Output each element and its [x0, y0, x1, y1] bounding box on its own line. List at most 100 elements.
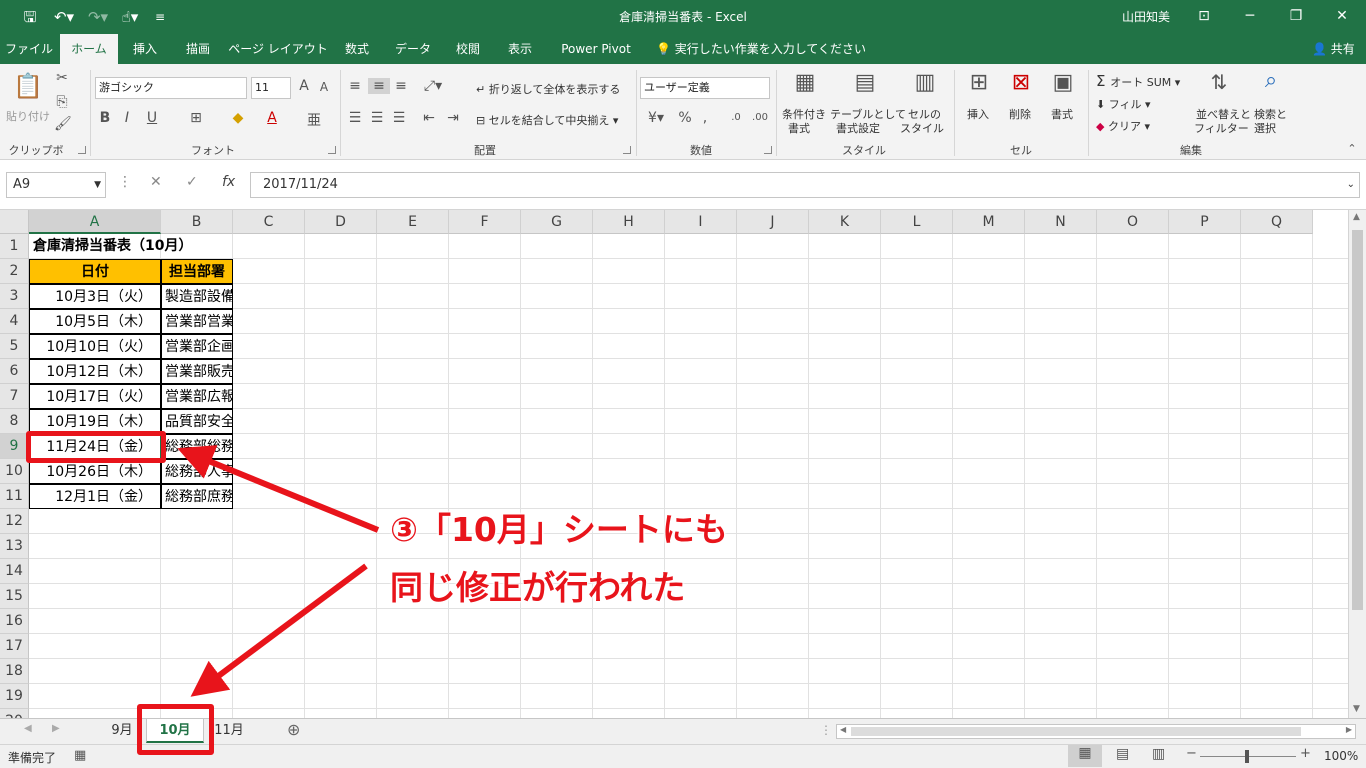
cell-styles-label-2[interactable]: スタイル: [900, 120, 944, 136]
comma-icon[interactable]: ,: [698, 110, 712, 126]
row-header[interactable]: 12: [0, 509, 29, 534]
column-header[interactable]: F: [449, 210, 521, 234]
format-cells-icon[interactable]: ▣: [1048, 70, 1078, 95]
column-header[interactable]: K: [809, 210, 881, 234]
scroll-left-icon[interactable]: ◀: [840, 725, 846, 734]
header-cell-dept[interactable]: 担当部署: [161, 259, 233, 284]
normal-view-icon[interactable]: ▦: [1068, 745, 1102, 767]
sheet-title-cell[interactable]: 倉庫清掃当番表（10月）: [29, 234, 293, 259]
date-cell[interactable]: 10月10日（火）: [29, 334, 161, 359]
format-as-table-icon[interactable]: ▤: [850, 70, 880, 95]
column-header[interactable]: A: [29, 210, 161, 234]
row-header[interactable]: 8: [0, 409, 29, 434]
share-button[interactable]: 👤 共有: [1312, 34, 1355, 64]
row-header[interactable]: 14: [0, 559, 29, 584]
prev-sheet-icon[interactable]: ◀: [24, 723, 32, 734]
paste-label[interactable]: 貼り付け: [6, 108, 50, 124]
tab-review[interactable]: 校閲: [444, 34, 492, 64]
row-header[interactable]: 3: [0, 284, 29, 309]
zoom-level[interactable]: 100%: [1324, 749, 1358, 763]
number-launcher-icon[interactable]: [764, 146, 772, 154]
sort-filter-icon[interactable]: ⇅: [1204, 70, 1234, 94]
copy-icon[interactable]: ⎘: [54, 94, 70, 110]
fill-color-icon[interactable]: ◆: [228, 110, 248, 126]
column-header[interactable]: B: [161, 210, 233, 234]
fill-button[interactable]: ⬇ フィル ▾: [1096, 96, 1151, 112]
dept-cell[interactable]: 総務部人事課: [161, 459, 233, 484]
decrease-indent-icon[interactable]: ⇤: [420, 110, 438, 126]
tab-insert[interactable]: 挿入: [120, 34, 170, 64]
enter-icon[interactable]: ✓: [186, 174, 198, 190]
date-cell[interactable]: 10月3日（火）: [29, 284, 161, 309]
row-header[interactable]: 7: [0, 384, 29, 409]
font-name-dropdown[interactable]: 游ゴシック: [95, 77, 247, 99]
autosum-button[interactable]: Σ オート SUM ▾: [1096, 72, 1180, 90]
date-cell[interactable]: 10月12日（木）: [29, 359, 161, 384]
worksheet-grid[interactable]: A B C D E F G H I J K L M N O P Q 1 2 3 4 5 6 7 8 9 10 11 12 13 14 15 16…: [0, 210, 1348, 718]
scroll-thumb[interactable]: [1352, 230, 1363, 610]
conditional-format-icon[interactable]: ▦: [790, 70, 820, 95]
name-box[interactable]: A9 ▼: [6, 172, 106, 198]
column-header[interactable]: Q: [1241, 210, 1313, 234]
tab-page-layout[interactable]: ページ レイアウト: [226, 34, 330, 64]
bold-icon[interactable]: B: [98, 110, 112, 126]
zoom-slider-thumb[interactable]: [1245, 750, 1249, 763]
align-right-icon[interactable]: ☰: [390, 110, 408, 126]
alignment-launcher-icon[interactable]: [623, 146, 631, 154]
column-header[interactable]: N: [1025, 210, 1097, 234]
date-cell[interactable]: 10月17日（火）: [29, 384, 161, 409]
decrease-font-icon[interactable]: A: [316, 80, 332, 94]
align-left-icon[interactable]: ☰: [346, 110, 364, 126]
add-sheet-icon[interactable]: ⊕: [287, 720, 300, 739]
dept-cell[interactable]: 営業部企画課: [161, 334, 233, 359]
next-sheet-icon[interactable]: ▶: [52, 723, 60, 734]
format-cells-label[interactable]: 書式: [1051, 106, 1073, 122]
row-header[interactable]: 17: [0, 634, 29, 659]
currency-icon[interactable]: ¥▾: [642, 110, 670, 126]
column-header[interactable]: M: [953, 210, 1025, 234]
align-center-icon[interactable]: ☰: [368, 110, 386, 126]
row-header[interactable]: 13: [0, 534, 29, 559]
collapse-ribbon-icon[interactable]: ⌃: [1344, 142, 1360, 155]
tab-draw[interactable]: 描画: [172, 34, 224, 64]
formula-input[interactable]: 2017/11/24 ⌄: [250, 172, 1360, 198]
cancel-icon[interactable]: ✕: [150, 174, 162, 190]
ribbon-display-icon[interactable]: ⊡: [1186, 4, 1222, 28]
row-header[interactable]: 20: [0, 709, 29, 718]
row-header[interactable]: 16: [0, 609, 29, 634]
column-header[interactable]: P: [1169, 210, 1241, 234]
dept-cell[interactable]: 品質部安全課: [161, 409, 233, 434]
orientation-icon[interactable]: ⤢▾: [420, 78, 446, 94]
restore-icon[interactable]: ❐: [1278, 4, 1314, 28]
column-header[interactable]: O: [1097, 210, 1169, 234]
dept-cell[interactable]: 総務部庶務課: [161, 484, 233, 509]
align-bottom-icon[interactable]: ≡: [392, 78, 410, 94]
macro-record-icon[interactable]: ▦: [74, 748, 86, 763]
clear-button[interactable]: ◆ クリア ▾: [1096, 118, 1150, 134]
header-cell-date[interactable]: 日付: [29, 259, 161, 284]
scroll-up-icon[interactable]: ▲: [1353, 212, 1360, 222]
conditional-format-label-2[interactable]: 書式: [788, 120, 810, 136]
row-header[interactable]: 9: [0, 434, 29, 459]
row-header[interactable]: 5: [0, 334, 29, 359]
row-header[interactable]: 11: [0, 484, 29, 509]
dept-cell[interactable]: 営業部販売課: [161, 359, 233, 384]
column-header[interactable]: C: [233, 210, 305, 234]
scroll-right-icon[interactable]: ▶: [1346, 725, 1352, 734]
row-header[interactable]: 18: [0, 659, 29, 684]
clipboard-launcher-icon[interactable]: [78, 146, 86, 154]
column-header[interactable]: D: [305, 210, 377, 234]
increase-decimal-icon[interactable]: .0: [726, 112, 746, 123]
find-select-label-2[interactable]: 選択: [1254, 120, 1276, 136]
insert-function-icon[interactable]: fx: [222, 174, 235, 190]
align-top-icon[interactable]: ≡: [346, 78, 364, 94]
column-header[interactable]: E: [377, 210, 449, 234]
page-break-view-icon[interactable]: ▥: [1152, 746, 1165, 762]
column-header[interactable]: G: [521, 210, 593, 234]
paste-icon[interactable]: 📋: [12, 72, 44, 100]
delete-cells-label[interactable]: 削除: [1009, 106, 1031, 122]
tab-file[interactable]: ファイル: [0, 34, 58, 64]
dept-cell[interactable]: 製造部設備課: [161, 284, 233, 309]
row-header[interactable]: 10: [0, 459, 29, 484]
delete-cells-icon[interactable]: ⊠: [1006, 70, 1036, 95]
